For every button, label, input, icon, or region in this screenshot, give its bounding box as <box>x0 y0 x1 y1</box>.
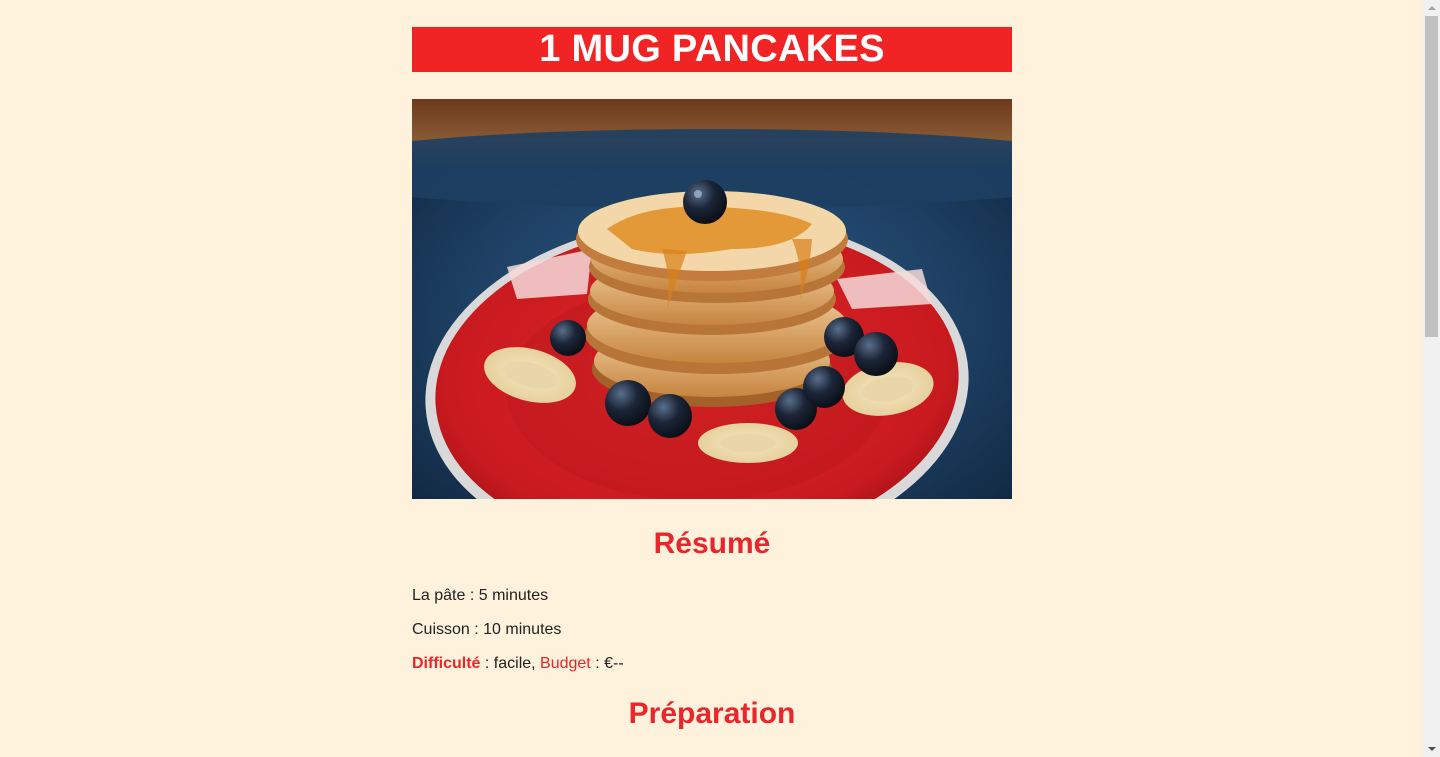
preparation-heading: Préparation <box>628 697 796 730</box>
budget-label: Budget <box>540 655 591 672</box>
recipe-page: 1 MUG PANCAKES Résumé La pâte: 5 minute… <box>0 0 1423 757</box>
scroll-down-arrow-icon[interactable] <box>1423 741 1440 757</box>
difficulty-budget: Difficulté : facile, Budget : €-- <box>412 654 1012 674</box>
vertical-scrollbar[interactable] <box>1423 0 1440 757</box>
cooking-time: Cuisson : 10 minutes <box>412 620 1012 640</box>
cooking-value: : 10 minutes <box>469 621 562 638</box>
scrollbar-thumb[interactable] <box>1425 16 1438 337</box>
dough-label: La pâte <box>412 587 466 604</box>
dough-time: La pâte : 5 minutes <box>412 586 1012 606</box>
difficulty-value: : facile, <box>480 655 541 672</box>
summary-section: La pâte : 5 minutes Cuisson : 10 minutes… <box>412 586 1012 674</box>
difficulty-label: Difficulté <box>412 655 481 672</box>
recipe-content: 1 MUG PANCAKES Résumé La pâte: 5 minute… <box>412 27 1012 732</box>
cooking-label: Cuisson <box>412 621 470 638</box>
budget-value: : €-- <box>590 655 624 672</box>
dough-value: : 5 minutes <box>465 587 549 604</box>
summary-heading: Résumé <box>653 527 771 560</box>
page-title: 1 MUG PANCAKES <box>412 27 1012 72</box>
pancake-stack-photo <box>412 99 1012 499</box>
scroll-up-arrow-icon[interactable] <box>1423 0 1440 16</box>
